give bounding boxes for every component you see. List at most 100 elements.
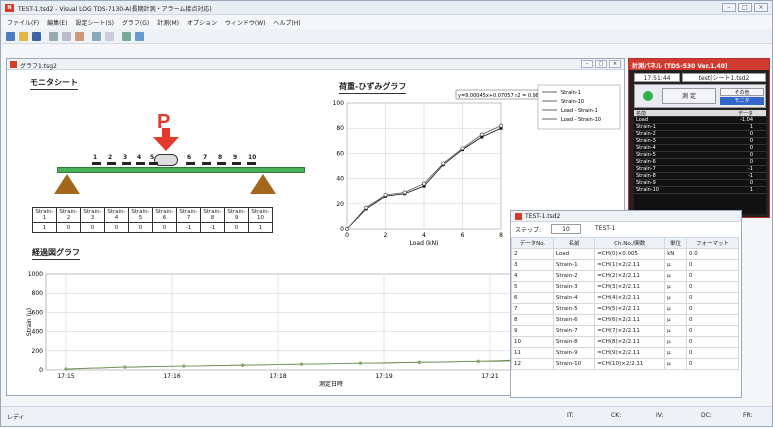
- settings-row[interactable]: 5 Strain-3 =CH(3)×2/2.11 μ 0: [511, 281, 739, 293]
- settings-cell[interactable]: μ: [664, 347, 687, 359]
- strain-value: 0: [104, 222, 129, 233]
- settings-cell[interactable]: 0.0: [686, 248, 739, 260]
- undo-icon[interactable]: [92, 32, 101, 41]
- settings-cell[interactable]: 6: [511, 292, 554, 304]
- settings-cell[interactable]: =CH(7)×2/2.11: [594, 325, 666, 337]
- settings-row[interactable]: 4 Strain-2 =CH(2)×2/2.11 μ 0: [511, 270, 739, 282]
- redo-icon[interactable]: [105, 32, 114, 41]
- paste-icon[interactable]: [75, 32, 84, 41]
- settings-cell[interactable]: 8: [511, 314, 554, 326]
- settings-cell[interactable]: 9: [511, 325, 554, 337]
- maximize-button[interactable]: □: [738, 3, 752, 12]
- settings-cell[interactable]: =CH(3)×2/2.11: [594, 281, 666, 293]
- graph-close-button[interactable]: ×: [609, 60, 621, 68]
- settings-cell[interactable]: Strain-8: [552, 336, 596, 348]
- settings-cell[interactable]: μ: [664, 336, 687, 348]
- gauge-number: 2: [108, 154, 113, 161]
- settings-row[interactable]: 2 Load =CH(0)×0.005 kN 0.0: [511, 248, 739, 260]
- settings-cell[interactable]: Strain-9: [552, 347, 596, 359]
- settings-row[interactable]: 8 Strain-6 =CH(6)×2/2.11 μ 0: [511, 314, 739, 326]
- close-button[interactable]: ×: [754, 3, 768, 12]
- help-icon[interactable]: [135, 32, 144, 41]
- settings-cell[interactable]: 0: [686, 347, 739, 359]
- settings-cell[interactable]: μ: [664, 270, 687, 282]
- step-field[interactable]: 10: [551, 224, 581, 234]
- settings-cell[interactable]: Strain-2: [552, 270, 596, 282]
- settings-cell[interactable]: 7: [511, 303, 554, 315]
- settings-cell[interactable]: 0: [686, 303, 739, 315]
- cut-icon[interactable]: [49, 32, 58, 41]
- settings-cell[interactable]: Strain-5: [552, 303, 596, 315]
- settings-row[interactable]: 11 Strain-9 =CH(9)×2/2.11 μ 0: [511, 347, 739, 359]
- settings-cell[interactable]: μ: [664, 358, 687, 370]
- menu-measure[interactable]: 計測(M): [157, 18, 179, 27]
- settings-cell[interactable]: Strain-4: [552, 292, 596, 304]
- settings-cell[interactable]: 0: [686, 270, 739, 282]
- settings-cell[interactable]: =CH(8)×2/2.11: [594, 336, 666, 348]
- settings-cell[interactable]: =CH(0)×0.005: [594, 248, 666, 260]
- settings-cell[interactable]: μ: [664, 292, 687, 304]
- settings-cell[interactable]: μ: [664, 259, 687, 271]
- settings-row[interactable]: 6 Strain-4 =CH(4)×2/2.11 μ 0: [511, 292, 739, 304]
- other-button[interactable]: その他: [720, 88, 764, 96]
- settings-cell[interactable]: Strain-6: [552, 314, 596, 326]
- settings-cell[interactable]: 12: [511, 358, 554, 370]
- menu-help[interactable]: ヘルプ(H): [273, 18, 300, 27]
- minimize-button[interactable]: –: [722, 3, 736, 12]
- settings-cell[interactable]: 2: [511, 248, 554, 260]
- menu-graph[interactable]: グラフ(G): [122, 18, 149, 27]
- settings-cell[interactable]: Strain-3: [552, 281, 596, 293]
- settings-row[interactable]: 7 Strain-5 =CH(5)×2/2.11 μ 0: [511, 303, 739, 315]
- settings-cell[interactable]: =CH(9)×2/2.11: [594, 347, 666, 359]
- settings-cell[interactable]: =CH(5)×2/2.11: [594, 303, 666, 315]
- settings-cell[interactable]: =CH(1)×2/2.11: [594, 259, 666, 271]
- settings-cell[interactable]: 0: [686, 281, 739, 293]
- new-file-icon[interactable]: [6, 32, 15, 41]
- menu-option[interactable]: オプション: [187, 18, 217, 27]
- settings-cell[interactable]: =CH(6)×2/2.11: [594, 314, 666, 326]
- settings-cell[interactable]: Strain-10: [552, 358, 596, 370]
- measure-controls: 測 定 その他 モニタ: [634, 84, 766, 108]
- settings-cell[interactable]: 4: [511, 270, 554, 282]
- menu-window[interactable]: ウィンドウ(W): [225, 18, 266, 27]
- settings-cell[interactable]: 10: [511, 336, 554, 348]
- menu-edit[interactable]: 編集(E): [47, 18, 67, 27]
- settings-row[interactable]: 9 Strain-7 =CH(7)×2/2.11 μ 0: [511, 325, 739, 337]
- sheet-name-field[interactable]: TEST-1: [595, 225, 615, 232]
- settings-row[interactable]: 3 Strain-1 =CH(1)×2/2.11 μ 0: [511, 259, 739, 271]
- settings-cell[interactable]: Strain-1: [552, 259, 596, 271]
- settings-cell[interactable]: Strain-7: [552, 325, 596, 337]
- measure-button[interactable]: 測 定: [662, 88, 716, 104]
- settings-cell[interactable]: Load: [552, 248, 596, 260]
- settings-cell[interactable]: 11: [511, 347, 554, 359]
- strain-gauge: [107, 162, 116, 165]
- settings-cell[interactable]: 0: [686, 358, 739, 370]
- settings-cell[interactable]: =CH(2)×2/2.11: [594, 270, 666, 282]
- settings-row[interactable]: 12 Strain-10 =CH(10)×2/2.11 μ 0: [511, 358, 739, 370]
- settings-sheet-titlebar: TEST-1.tsd2: [511, 211, 741, 222]
- settings-cell[interactable]: 0: [686, 292, 739, 304]
- menu-setting-sheet[interactable]: 設定シート(S): [75, 18, 114, 27]
- settings-cell[interactable]: kN: [664, 248, 687, 260]
- settings-cell[interactable]: =CH(4)×2/2.11: [594, 292, 666, 304]
- print-icon[interactable]: [122, 32, 131, 41]
- settings-cell[interactable]: μ: [664, 325, 687, 337]
- menu-file[interactable]: ファイル(F): [7, 18, 39, 27]
- settings-cell[interactable]: μ: [664, 303, 687, 315]
- settings-cell[interactable]: 5: [511, 281, 554, 293]
- monitor-button[interactable]: モニタ: [720, 97, 764, 105]
- copy-icon[interactable]: [62, 32, 71, 41]
- settings-cell[interactable]: 3: [511, 259, 554, 271]
- settings-cell[interactable]: μ: [664, 281, 687, 293]
- graph-maximize-button[interactable]: □: [595, 60, 607, 68]
- settings-cell[interactable]: 0: [686, 259, 739, 271]
- settings-cell[interactable]: 0: [686, 325, 739, 337]
- settings-row[interactable]: 10 Strain-8 =CH(8)×2/2.11 μ 0: [511, 336, 739, 348]
- settings-cell[interactable]: =CH(10)×2/2.11: [594, 358, 666, 370]
- settings-cell[interactable]: 0: [686, 314, 739, 326]
- settings-cell[interactable]: 0: [686, 336, 739, 348]
- settings-cell[interactable]: μ: [664, 314, 687, 326]
- save-icon[interactable]: [32, 32, 41, 41]
- open-folder-icon[interactable]: [19, 32, 28, 41]
- graph-minimize-button[interactable]: –: [581, 60, 593, 68]
